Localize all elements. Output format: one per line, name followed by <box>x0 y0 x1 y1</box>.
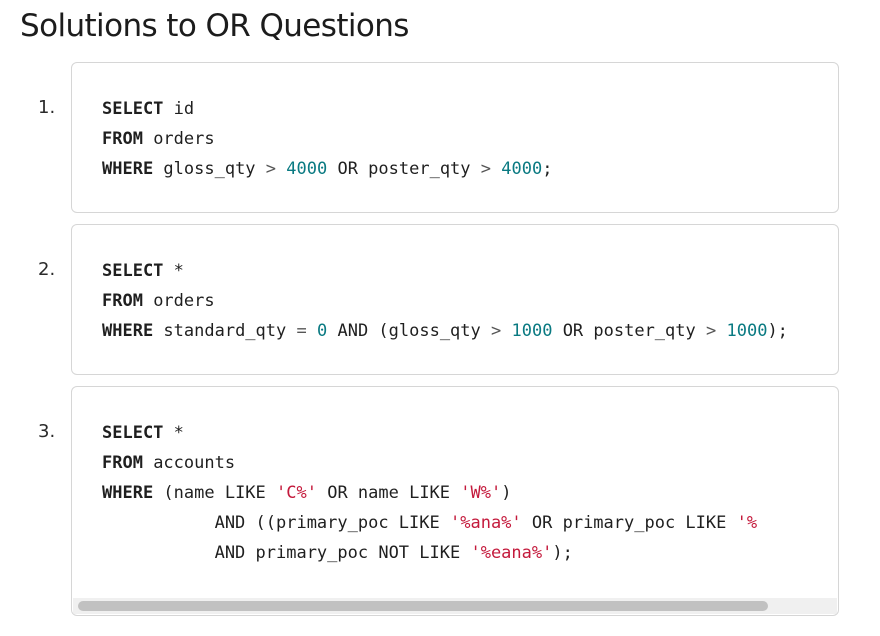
code-text: (name LIKE <box>153 483 277 503</box>
code-line: SELECT id <box>102 94 552 124</box>
code-line: WHERE standard_qty = 0 AND (gloss_qty > … <box>102 316 788 346</box>
code-line: FROM orders <box>102 286 788 316</box>
sql-keyword: WHERE <box>102 159 154 179</box>
code-line: WHERE gloss_qty > 4000 OR poster_qty > 4… <box>102 154 552 184</box>
operator: > <box>265 159 277 179</box>
code-text: ); <box>552 543 573 563</box>
code-text: OR poster_qty <box>327 159 481 179</box>
sql-keyword: SELECT <box>102 261 164 281</box>
code-line: WHERE (name LIKE 'C%' OR name LIKE 'W%') <box>102 478 757 508</box>
code-content: SELECT * FROM orders WHERE standard_qty = … <box>102 256 788 346</box>
solution-number: 1. <box>38 97 56 118</box>
code-text: gloss_qty <box>153 159 266 179</box>
code-line: AND primary_poc NOT LIKE '%eana%'); <box>102 538 757 568</box>
code-text: OR poster_qty <box>552 321 706 341</box>
code-line: AND ((primary_poc LIKE '%ana%' OR primar… <box>102 508 758 538</box>
code-text: * <box>163 423 184 443</box>
code-line: FROM accounts <box>102 448 757 478</box>
code-text: ; <box>542 159 553 179</box>
operator: > <box>491 321 502 341</box>
string-literal: '%ana%' <box>450 513 522 533</box>
number-literal: 0 <box>316 321 328 341</box>
code-line: SELECT * <box>102 256 788 286</box>
sql-keyword: WHERE <box>102 483 154 503</box>
solution-number: 3. <box>38 421 56 442</box>
string-literal: '%eana%' <box>470 543 553 563</box>
code-text: OR name LIKE <box>316 483 461 503</box>
sql-keyword: WHERE <box>102 321 154 341</box>
operator: > <box>705 321 717 341</box>
code-text: standard_qty <box>153 321 297 341</box>
code-content: SELECT id FROM orders WHERE gloss_qty > 40… <box>102 94 552 184</box>
code-text: orders <box>142 129 215 149</box>
sql-keyword: SELECT <box>102 99 164 119</box>
sql-keyword: FROM <box>102 129 143 149</box>
code-text: ); <box>767 321 788 341</box>
code-text: ) <box>501 483 512 503</box>
code-text: AND (gloss_qty <box>327 321 491 341</box>
number-literal: 4000 <box>286 159 328 179</box>
number-literal: 1000 <box>511 321 553 341</box>
number-literal: 4000 <box>501 159 543 179</box>
code-line: FROM orders <box>102 124 552 154</box>
horizontal-scrollbar[interactable] <box>73 598 837 614</box>
code-text: OR primary_poc LIKE <box>521 513 737 533</box>
operator: = <box>296 321 307 341</box>
string-literal: 'C%' <box>276 483 317 503</box>
scrollbar-thumb[interactable] <box>78 601 768 611</box>
code-text: AND ((primary_poc LIKE <box>102 513 450 533</box>
code-block-2: SELECT * FROM orders WHERE standard_qty = … <box>71 224 839 375</box>
code-content: SELECT * FROM accounts WHERE (name LIKE 'C… <box>102 418 757 568</box>
sql-keyword: SELECT <box>102 423 164 443</box>
sql-keyword: FROM <box>102 453 143 473</box>
code-text: id <box>163 99 195 119</box>
number-literal: 1000 <box>726 321 768 341</box>
sql-keyword: FROM <box>102 291 143 311</box>
solution-number: 2. <box>38 259 56 280</box>
string-literal: '% <box>736 513 758 533</box>
code-text: accounts <box>142 453 236 473</box>
code-text: AND primary_poc NOT LIKE <box>102 543 471 563</box>
operator: > <box>480 159 492 179</box>
code-text: * <box>163 261 184 281</box>
page-title: Solutions to OR Questions <box>20 8 409 44</box>
code-line: SELECT * <box>102 418 757 448</box>
code-block-3: SELECT * FROM accounts WHERE (name LIKE 'C… <box>71 386 839 616</box>
string-literal: 'W%' <box>460 483 502 503</box>
code-block-1: SELECT id FROM orders WHERE gloss_qty > 40… <box>71 62 839 213</box>
code-text: orders <box>142 291 215 311</box>
